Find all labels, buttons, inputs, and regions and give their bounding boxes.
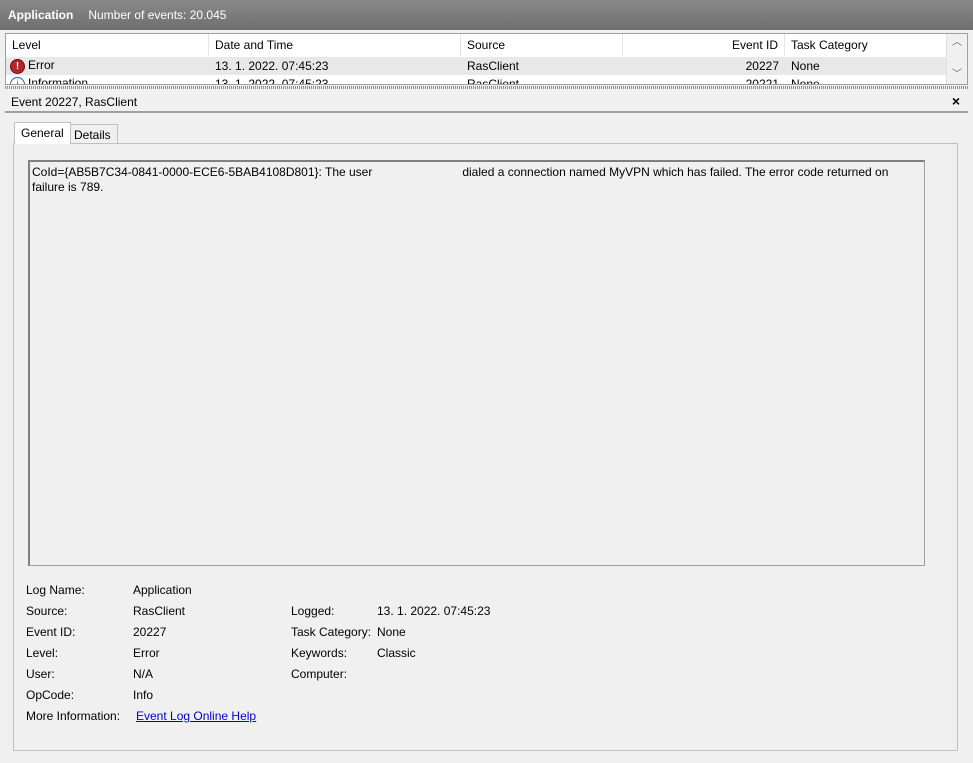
column-header-task-category[interactable]: Task Category	[785, 34, 948, 56]
opcode-label: OpCode:	[26, 688, 75, 702]
user-value: N/A	[133, 667, 154, 681]
title-bar: Application Number of events: 20.045	[0, 0, 973, 30]
event-detail-header: Event 20227, RasClient ×	[5, 93, 968, 113]
logged-value: 13. 1. 2022. 07:45:23	[377, 604, 491, 618]
opcode-value: Info	[133, 688, 154, 702]
keywords-value: Classic	[377, 646, 416, 660]
scroll-up-icon[interactable]: ︿	[947, 35, 967, 51]
error-icon: !	[10, 58, 25, 74]
events-count: Number of events: 20.045	[88, 8, 227, 22]
column-header-source[interactable]: Source	[461, 34, 623, 56]
column-header-level[interactable]: Level	[6, 34, 209, 56]
column-header-event-id[interactable]: Event ID	[623, 34, 785, 56]
row-source: RasClient	[467, 77, 520, 85]
column-header-date-time[interactable]: Date and Time	[209, 34, 461, 56]
scroll-down-icon[interactable]: ﹀	[947, 67, 967, 83]
tab-general[interactable]: General	[14, 122, 71, 144]
table-row[interactable]: i Information 13. 1. 2022. 07:45:23 RasCl…	[6, 75, 948, 85]
row-event-id: 20221	[745, 77, 779, 85]
more-information-label: More Information:	[26, 709, 121, 723]
event-log-online-help-link[interactable]: Event Log Online Help	[136, 709, 256, 723]
description-text-start: CoId={AB5B7C34-0841-0000-ECE6-5BAB4108D8…	[32, 165, 373, 179]
row-date: 13. 1. 2022. 07:45:23	[215, 59, 329, 73]
event-id-value: 20227	[133, 625, 167, 639]
row-category: None	[791, 59, 820, 73]
close-icon[interactable]: ×	[952, 93, 960, 109]
info-icon: i	[10, 76, 25, 84]
table-row[interactable]: ! Error 13. 1. 2022. 07:45:23 RasClient 2…	[6, 57, 948, 75]
events-list[interactable]: Level Date and Time Source Event ID Task…	[5, 33, 968, 85]
row-level: Information	[28, 76, 89, 85]
row-category: None	[791, 77, 820, 85]
level-label: Level:	[26, 646, 59, 660]
log-name-title: Application	[8, 8, 74, 22]
tab-details[interactable]: Details	[67, 124, 118, 144]
logged-label: Logged:	[291, 604, 335, 618]
event-id-label: Event ID:	[26, 625, 76, 639]
row-date: 13. 1. 2022. 07:45:23	[215, 77, 329, 85]
task-category-value: None	[377, 625, 406, 639]
row-event-id: 20227	[745, 59, 779, 73]
row-source: RasClient	[467, 59, 520, 73]
computer-label: Computer:	[291, 667, 348, 681]
event-description[interactable]: CoId={AB5B7C34-0841-0000-ECE6-5BAB4108D8…	[28, 160, 925, 566]
level-value: Error	[133, 646, 160, 660]
list-scrollbar[interactable]: ︿ ﹀	[946, 34, 967, 84]
keywords-label: Keywords:	[291, 646, 348, 660]
log-name-value: Application	[133, 583, 192, 597]
row-level: Error	[28, 58, 55, 73]
pane-splitter[interactable]	[5, 86, 968, 89]
list-header: Level Date and Time Source Event ID Task…	[6, 34, 948, 56]
user-label: User:	[26, 667, 55, 681]
task-category-label: Task Category:	[291, 625, 372, 639]
event-detail-title: Event 20227, RasClient	[11, 95, 138, 109]
source-label: Source:	[26, 604, 68, 618]
source-value: RasClient	[133, 604, 186, 618]
log-name-label: Log Name:	[26, 583, 85, 597]
